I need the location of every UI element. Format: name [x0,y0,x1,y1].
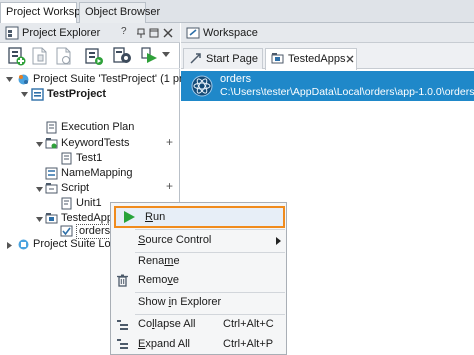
chevron-down-icon[interactable] [162,52,182,72]
close-icon[interactable] [163,28,173,38]
add-item-icon[interactable]: + [166,180,173,192]
add-item-icon[interactable] [6,46,26,66]
tab-project-workspace[interactable]: Project Workspace [0,2,98,24]
workspace-icon [186,27,200,39]
menu-label: Collapse All [138,318,196,330]
keyword-test-icon [61,152,72,165]
menu-item-run[interactable]: Run [114,206,285,228]
expand-all-icon [117,339,128,349]
logs-icon [18,239,29,250]
trash-icon [117,274,128,287]
new-file-icon[interactable] [30,46,50,66]
toolbar-project-icon[interactable] [84,46,104,66]
panel-title: Workspace [203,27,258,39]
dock-icon[interactable] [149,28,159,38]
menu-item-rename[interactable]: Rename [111,251,286,272]
menu-item-expand-all[interactable]: Expand All Ctrl+Alt+P [111,334,286,355]
submenu-arrow-icon [276,237,281,245]
collapse-all-icon [117,320,128,330]
app-name: orders [220,73,252,85]
tab-label: Start Page [206,53,258,65]
orders-app-icon [191,75,213,97]
collapse-arrow-icon[interactable] [35,140,44,149]
add-item-icon[interactable]: + [166,136,173,148]
pin-icon[interactable] [136,28,146,38]
tab-label: TestedApps [288,53,346,65]
tree-label: Test1 [76,152,103,164]
project-explorer-icon [5,26,19,40]
app-path: C:\Users\tester\AppData\Local\orders\app… [220,86,474,98]
workspace-header: Workspace [181,23,474,43]
name-mapping-icon [45,167,58,180]
collapse-arrow-icon[interactable] [20,90,29,99]
file-properties-icon[interactable] [54,46,74,66]
run-icon[interactable] [140,46,160,66]
menu-label: Show in Explorer [138,296,222,308]
menu-label: Run [145,211,166,223]
menu-item-source-control[interactable]: Source Control [111,230,286,251]
folder-tests-icon [45,138,58,149]
menu-label: Expand All [138,338,190,350]
project-suite-icon [18,74,29,85]
run-settings-icon[interactable] [112,46,132,66]
explorer-toolbar [0,43,180,69]
close-tab-icon[interactable] [346,55,354,63]
collapse-arrow-icon[interactable] [35,215,44,224]
menu-item-collapse-all[interactable]: Collapse All Ctrl+Alt+C [111,314,286,335]
shortcut-label: Ctrl+Alt+P [223,338,274,350]
collapse-arrow-icon[interactable] [35,185,44,194]
help-button[interactable]: ? [121,26,127,37]
folder-apps-icon [45,213,58,224]
menu-item-show-in-explorer[interactable]: Show in Explorer [111,292,286,313]
tab-object-browser[interactable]: Object Browser [79,2,160,23]
tested-apps-icon [271,53,284,64]
top-tab-strip: Project Workspace Object Browser [0,0,474,24]
menu-label: Remove [138,274,179,286]
tree-label: Script [61,182,90,194]
tree-label: KeywordTests [61,137,130,149]
context-menu: Run Source Control Rename Remove Show in… [110,202,287,355]
tab-start-page[interactable]: Start Page [183,48,263,69]
tree-label: Execution Plan [61,121,135,133]
run-icon [124,211,135,223]
collapse-arrow-icon[interactable] [5,75,14,84]
tested-app-row[interactable]: orders C:\Users\tester\AppData\Local\ord… [181,71,474,101]
folder-script-icon [45,183,58,194]
menu-item-remove[interactable]: Remove [111,270,286,291]
menu-label: Rename [138,255,180,267]
execution-plan-icon [46,121,57,134]
tree-label: Unit1 [76,197,102,209]
tree-label: Project Suite Logs [33,238,123,250]
start-page-icon [190,53,201,64]
workspace-tab-strip: Start Page TestedApps [181,43,474,70]
panel-title: Project Explorer [22,27,101,39]
menu-label: Source Control [138,234,212,246]
project-icon [31,88,44,101]
tab-tested-apps[interactable]: TestedApps [265,48,357,70]
tree-label: NameMapping [61,167,133,179]
script-unit-icon [61,197,72,210]
shortcut-label: Ctrl+Alt+C [223,318,274,330]
project-explorer-header: Project Explorer ? [0,23,180,43]
expand-arrow-icon[interactable] [5,241,14,250]
tree-label: TestProject [47,88,107,100]
